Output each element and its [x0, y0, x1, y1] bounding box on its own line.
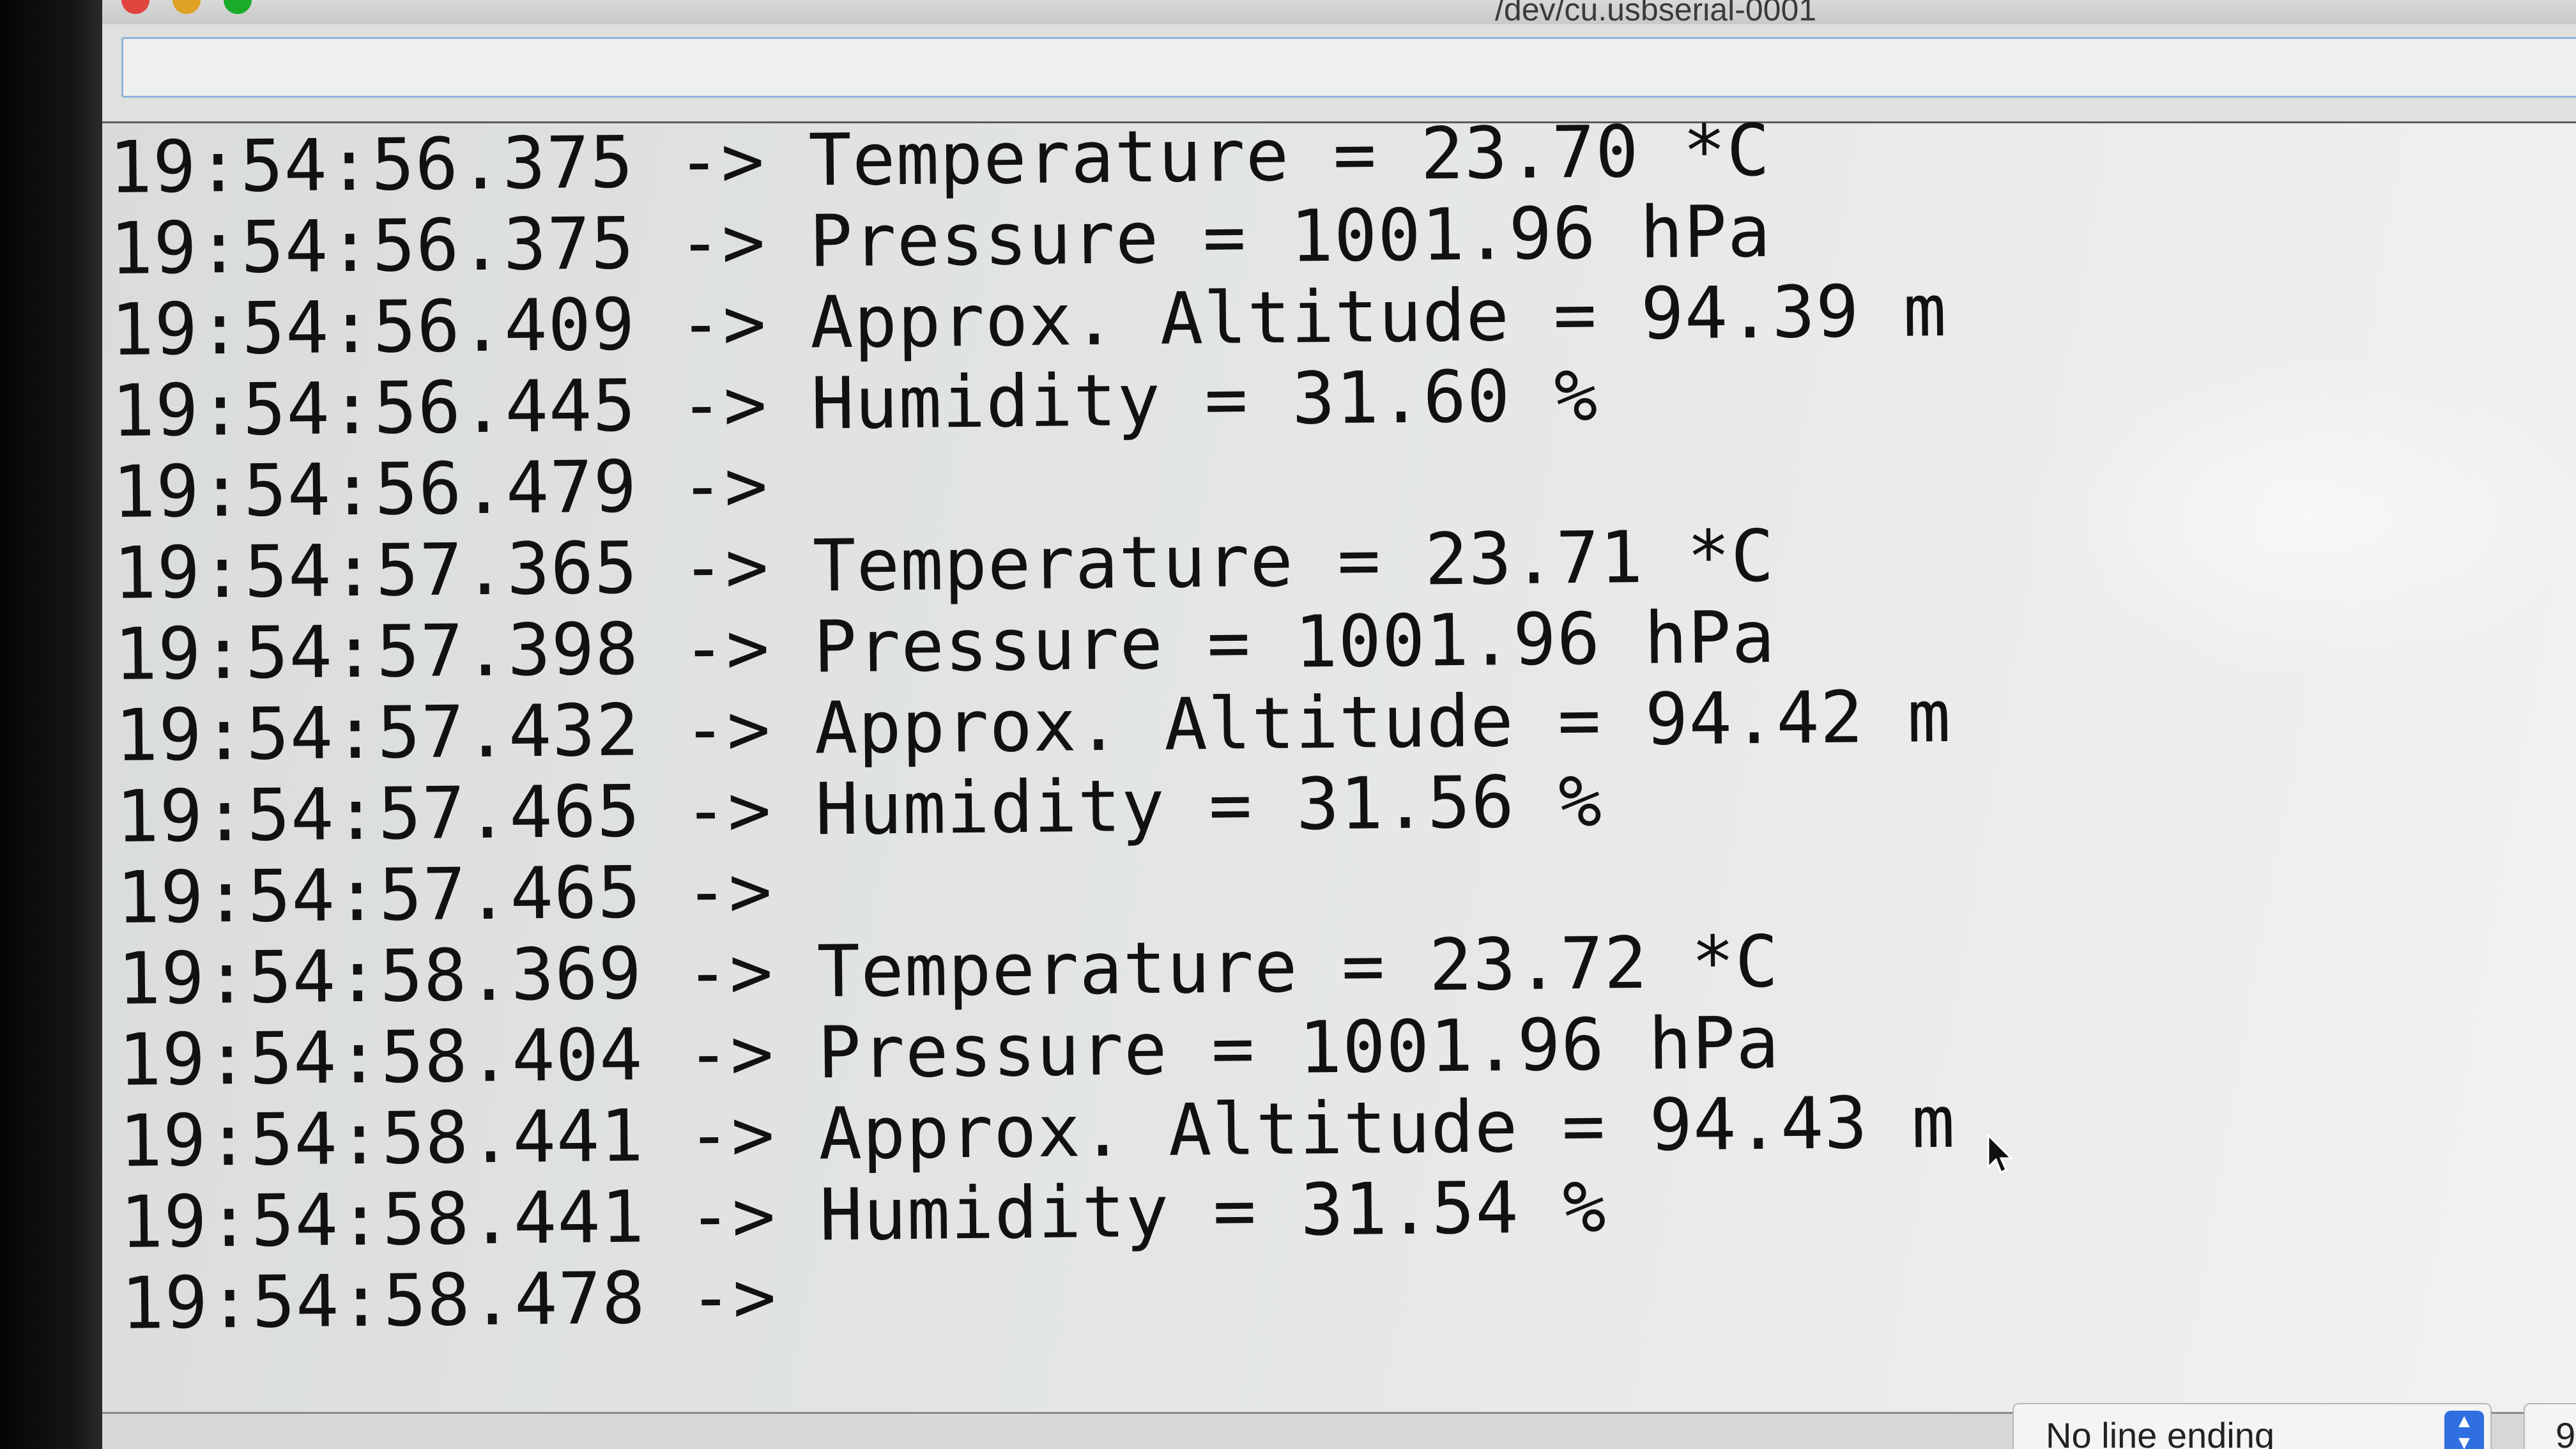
log-message: Humidity = 31.60 % — [810, 354, 1598, 446]
log-timestamp: 19:54:57.465 — [116, 851, 642, 940]
log-timestamp: 19:54:58.404 — [118, 1013, 644, 1102]
log-arrow: -> — [687, 1174, 777, 1259]
line-ending-value: No line ending — [2046, 1415, 2275, 1449]
log-timestamp: 19:54:58.441 — [119, 1176, 645, 1264]
serial-monitor-window: /dev/cu.usbserial-0001 19:54:56.375 -> T… — [102, 0, 2576, 1449]
log-timestamp: 19:54:56.479 — [112, 445, 638, 534]
log-message — [811, 444, 812, 527]
log-arrow: -> — [684, 769, 772, 853]
updown-chevron-icon: ▲ ▼ — [2444, 1411, 2484, 1449]
zoom-window-button[interactable] — [224, 0, 252, 14]
log-message: Approx. Altitude = 94.43 m — [818, 1080, 1956, 1176]
log-arrow: -> — [682, 687, 772, 772]
log-message: Humidity = 31.54 % — [819, 1165, 1607, 1257]
log-arrow: -> — [682, 606, 770, 691]
log-arrow: -> — [685, 931, 774, 1015]
log-timestamp: 19:54:58.478 — [120, 1257, 647, 1346]
log-arrow: -> — [687, 1093, 776, 1177]
log-arrow: -> — [680, 444, 769, 528]
log-timestamp: 19:54:57.398 — [113, 608, 640, 696]
baud-rate-value: 9600 ba — [2556, 1415, 2576, 1449]
log-message: Pressure = 1001.96 hPa — [813, 595, 1776, 689]
mouse-pointer-icon — [1987, 1133, 2015, 1179]
log-message: Temperature = 23.71 *C — [812, 514, 1775, 608]
log-message: Temperature = 23.70 *C — [808, 109, 1771, 203]
log-message: Pressure = 1001.96 hPa — [809, 190, 1772, 284]
log-arrow: -> — [677, 201, 767, 285]
log-timestamp: 19:54:58.441 — [118, 1094, 645, 1183]
log-timestamp: 19:54:57.465 — [115, 770, 641, 859]
title-bar: /dev/cu.usbserial-0001 — [102, 0, 2576, 27]
log-arrow: -> — [678, 282, 767, 366]
minimize-window-button[interactable] — [172, 0, 201, 14]
log-timestamp: 19:54:56.409 — [110, 283, 636, 372]
log-timestamp: 19:54:56.445 — [111, 364, 637, 453]
monitor-bezel — [0, 0, 102, 1449]
log-arrow: -> — [686, 1012, 775, 1096]
send-input[interactable] — [121, 37, 2576, 98]
log-timestamp: 19:54:58.369 — [117, 932, 643, 1021]
log-timestamp: 19:54:56.375 — [108, 121, 634, 210]
log-arrow: -> — [679, 363, 768, 447]
log-timestamp: 19:54:57.365 — [112, 526, 639, 615]
log-message: Pressure = 1001.96 hPa — [817, 1001, 1781, 1095]
log-timestamp: 19:54:56.375 — [109, 202, 635, 291]
log-arrow: -> — [677, 119, 765, 204]
close-window-button[interactable] — [121, 0, 150, 14]
log-arrow: -> — [689, 1255, 778, 1340]
log-message: Approx. Altitude = 94.39 m — [809, 269, 1947, 365]
log-message: Temperature = 23.72 *C — [816, 920, 1779, 1014]
log-message: Humidity = 31.56 % — [815, 760, 1603, 852]
baud-rate-select[interactable]: 9600 ba — [2524, 1403, 2576, 1449]
log-timestamp: 19:54:57.432 — [114, 689, 640, 778]
line-ending-select[interactable]: No line ending ▲ ▼ — [2012, 1403, 2492, 1449]
log-message: Approx. Altitude = 94.42 m — [814, 675, 1952, 770]
log-arrow: -> — [681, 525, 770, 610]
log-arrow: -> — [684, 850, 773, 934]
serial-output[interactable]: 19:54:56.375 -> Temperature = 23.70 *C 19… — [108, 102, 2549, 1346]
